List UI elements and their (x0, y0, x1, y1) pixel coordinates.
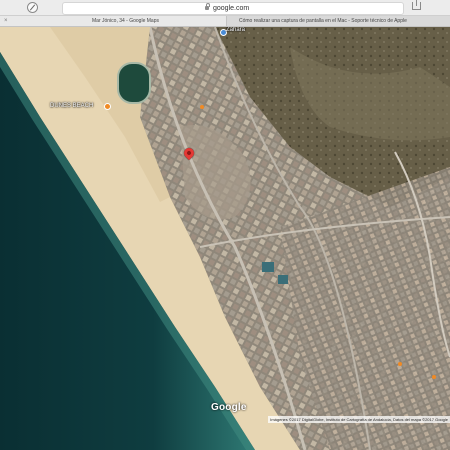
close-icon[interactable]: × (4, 16, 8, 26)
reservoir (117, 62, 151, 104)
browser-toolbar: google.com (0, 0, 450, 16)
poi-icon[interactable] (200, 105, 204, 109)
tab-title: Cómo realizar una captura de pantalla en… (239, 18, 407, 24)
share-icon[interactable] (412, 0, 421, 10)
place-marker-icon[interactable] (104, 103, 111, 110)
lock-icon (205, 3, 210, 10)
pool (262, 262, 274, 272)
address-text: google.com (213, 5, 250, 12)
satellite-map[interactable]: Zahara DUNES BEACH Google Imágenes ©2017… (0, 27, 450, 450)
address-bar[interactable]: google.com (62, 2, 404, 15)
compass-icon[interactable] (27, 2, 38, 13)
town-label[interactable]: Zahara (226, 27, 245, 33)
tab-apple-support[interactable]: Cómo realizar una captura de pantalla en… (227, 16, 450, 26)
map-attribution[interactable]: Imágenes ©2017 DigitalGlobe, Instituto d… (268, 416, 450, 423)
tab-google-maps[interactable]: × Mar Jónico, 34 - Google Maps (0, 16, 227, 26)
tab-bar: × Mar Jónico, 34 - Google Maps Cómo real… (0, 16, 450, 27)
poi-icon[interactable] (398, 362, 402, 366)
satellite-imagery (0, 27, 450, 450)
google-logo: Google (211, 402, 247, 413)
pool (278, 275, 288, 284)
browser-window: google.com × Mar Jónico, 34 - Google Map… (0, 0, 450, 450)
tab-title: Mar Jónico, 34 - Google Maps (92, 18, 159, 24)
place-label[interactable]: DUNES BEACH (50, 103, 93, 109)
poi-icon[interactable] (432, 375, 436, 379)
